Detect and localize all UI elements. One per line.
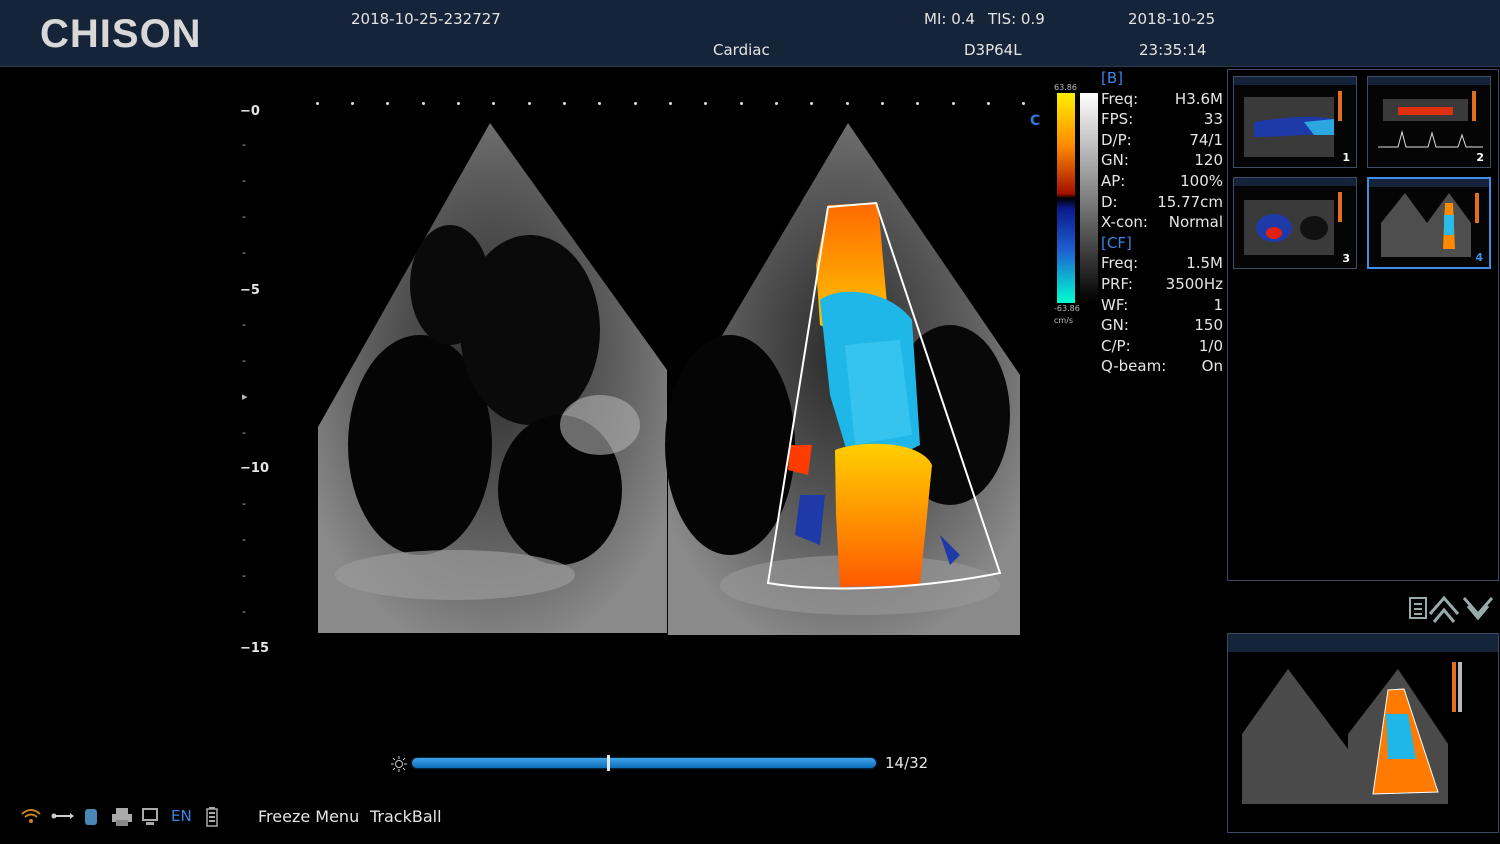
velocity-min: -63.86	[1054, 304, 1080, 313]
depth-label: −5	[240, 283, 260, 298]
param-row: AP: 100%	[1101, 171, 1223, 190]
usb-icon	[50, 807, 74, 829]
ultrasound-image[interactable]	[300, 115, 1040, 675]
param-row: FPS: 33	[1101, 110, 1223, 129]
lateral-scale	[308, 96, 1038, 110]
cine-progress-bar[interactable]	[412, 758, 876, 768]
depth-label: −10	[240, 461, 269, 476]
time: 23:35:14	[1139, 41, 1207, 59]
battery-icon	[205, 807, 219, 831]
depth-tick: -	[242, 174, 246, 187]
depth-tick: -	[242, 569, 246, 582]
velocity-unit: cm/s	[1054, 316, 1074, 325]
thumbnail-nav	[1404, 590, 1500, 626]
brand-logo: CHISON	[40, 12, 202, 56]
b-mode-header: [B]	[1101, 69, 1123, 87]
depth-tick: -	[242, 210, 246, 223]
param-row: GN: 150	[1101, 316, 1223, 335]
depth-label: −0	[240, 104, 260, 119]
depth-tick: -	[242, 533, 246, 546]
probe-name: D3P64L	[964, 41, 1022, 59]
param-row: GN: 120	[1101, 151, 1223, 170]
tis-value: TIS: 0.9	[988, 10, 1045, 28]
date: 2018-10-25	[1128, 10, 1216, 28]
param-row: Q-beam: On	[1101, 357, 1223, 376]
color-doppler-sector	[665, 123, 1020, 635]
wifi-icon	[20, 807, 42, 829]
param-row: C/P: 1/0	[1101, 336, 1223, 355]
mode-indicator: C	[1030, 113, 1041, 129]
depth-tick: -	[242, 605, 246, 618]
thumbnail-clip-2[interactable]: 2	[1367, 76, 1491, 168]
freeze-menu-button[interactable]: Freeze Menu	[258, 807, 359, 826]
depth-tick: -	[242, 497, 246, 510]
trackball-button[interactable]: TrackBall	[370, 807, 442, 826]
language-indicator[interactable]: EN	[171, 807, 192, 825]
color-velocity-scale	[1057, 93, 1075, 303]
param-row: Freq: H3.6M	[1101, 89, 1223, 108]
menu-icon[interactable]	[1409, 597, 1427, 619]
depth-tick: -	[242, 138, 246, 151]
focus-marker-icon[interactable]: ▸	[242, 390, 248, 403]
thumbnail-clip-4[interactable]: 4	[1367, 177, 1491, 269]
frame-counter: 14/32	[885, 754, 929, 772]
storage-icon	[84, 807, 98, 831]
imaging-parameters: [B] Freq: H3.6M FPS: 33 D/P: 74/1 GN: 120 AP…	[1101, 68, 1223, 377]
param-row: Freq: 1.5M	[1101, 254, 1223, 273]
cine-scrubber-handle[interactable]	[607, 755, 610, 771]
param-row: D/P: 74/1	[1101, 130, 1223, 149]
mi-value: MI: 0.4	[924, 10, 976, 28]
brightness-icon[interactable]	[391, 756, 407, 772]
chevron-up-icon[interactable]	[1428, 595, 1460, 623]
param-row: D: 15.77cm	[1101, 192, 1223, 211]
param-row: WF: 1	[1101, 295, 1223, 314]
clip-thumbnail-panel: 1 2 3 4	[1227, 69, 1499, 581]
depth-ruler: −0 - - - - −5 - - ▸ - −10 - - - - −15	[238, 100, 278, 660]
selected-clip-preview[interactable]	[1227, 633, 1499, 833]
depth-tick: -	[242, 246, 246, 259]
depth-tick: -	[242, 354, 246, 367]
patient-id: 2018-10-25-232727	[351, 10, 501, 28]
chevron-down-icon[interactable]	[1462, 597, 1494, 621]
gray-scale-bar	[1080, 93, 1098, 303]
depth-tick: -	[242, 318, 246, 331]
param-row: X-con: Normal	[1101, 213, 1223, 232]
thumbnail-clip-1[interactable]: 1	[1233, 76, 1357, 168]
depth-tick: -	[242, 426, 246, 439]
param-row: PRF: 3500Hz	[1101, 274, 1223, 293]
cf-mode-header: [CF]	[1101, 233, 1132, 252]
thumbnail-clip-3[interactable]: 3	[1233, 177, 1357, 269]
top-bar: CHISON 2018-10-25-232727 MI: 0.4 TIS: 0.…	[0, 0, 1500, 67]
bmode-left-sector	[318, 123, 667, 633]
monitor-icon	[142, 807, 158, 831]
depth-label: −15	[240, 641, 269, 656]
velocity-max: 63.86	[1054, 83, 1077, 92]
exam-preset: Cardiac	[713, 41, 770, 59]
printer-icon	[111, 807, 133, 831]
